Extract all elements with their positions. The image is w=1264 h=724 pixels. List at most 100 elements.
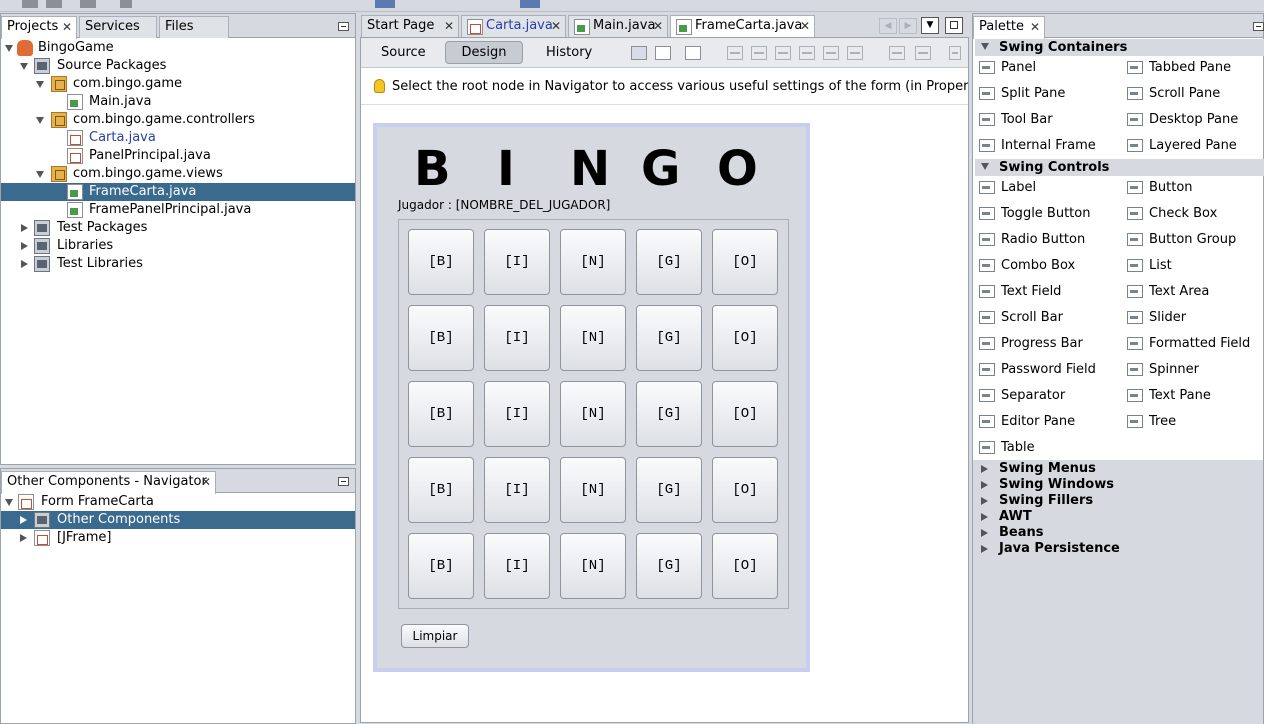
palette-item-spinner[interactable]: Spinner (1125, 360, 1199, 380)
bingo-cell-button[interactable]: [G] (636, 457, 702, 523)
tree-item-package[interactable]: com.bingo.game.controllers (1, 111, 355, 129)
preview-design-icon[interactable] (685, 46, 701, 60)
maximize-icon[interactable] (945, 17, 963, 34)
bingo-cell-button[interactable]: [I] (484, 381, 550, 447)
tab-list-dropdown-icon[interactable]: ▼ (921, 17, 939, 34)
bingo-cell-button[interactable]: [O] (712, 305, 778, 371)
expand-arrow-icon[interactable] (36, 171, 44, 178)
bingo-cell-button[interactable]: [G] (636, 305, 702, 371)
tree-item-file[interactable]: Main.java (1, 93, 355, 111)
tree-item-file[interactable]: Carta.java (1, 129, 355, 147)
connection-mode-icon[interactable] (655, 46, 671, 60)
tree-item-file[interactable]: PanelPrincipal.java (1, 147, 355, 165)
palette-item-button-group[interactable]: Button Group (1125, 230, 1236, 250)
tab-main-java[interactable]: Main.java ✕ (568, 15, 668, 37)
bingo-cell-button[interactable]: [G] (636, 381, 702, 447)
close-icon[interactable]: ✕ (201, 475, 211, 489)
clear-button[interactable]: Limpiar (401, 624, 469, 648)
tree-item-libraries[interactable]: Libraries (1, 237, 355, 255)
expand-arrow-icon[interactable] (36, 81, 44, 88)
align-right-icon[interactable] (751, 46, 767, 60)
palette-item-combo-box[interactable]: Combo Box (977, 256, 1075, 276)
scroll-tabs-left-icon[interactable]: ◀ (879, 18, 897, 34)
nav-item-jframe[interactable]: [JFrame] (1, 529, 355, 547)
source-view-button[interactable]: Source (368, 41, 439, 64)
palette-item-text-field[interactable]: Text Field (977, 282, 1061, 302)
toolbar-icon[interactable] (375, 0, 395, 8)
expand-arrow-icon[interactable] (21, 242, 28, 250)
minimize-icon[interactable] (1253, 22, 1264, 31)
more-tools-icon[interactable] (949, 46, 961, 60)
toolbar-icon[interactable] (22, 0, 38, 8)
category-swing-containers[interactable]: Swing Containers (975, 39, 1264, 56)
expand-arrow-icon[interactable] (20, 516, 27, 524)
expand-arrow-icon[interactable] (981, 497, 988, 505)
expand-arrow-icon[interactable] (20, 534, 27, 542)
tree-item-package[interactable]: com.bingo.game.views (1, 165, 355, 183)
palette-item-panel[interactable]: Panel (977, 58, 1036, 78)
minimize-icon[interactable] (338, 22, 349, 31)
close-icon[interactable]: ✕ (551, 19, 561, 33)
category-swing-controls[interactable]: Swing Controls (975, 159, 1264, 176)
bingo-cell-button[interactable]: [I] (484, 305, 550, 371)
toolbar-icon[interactable] (120, 0, 132, 8)
align-bottom-icon[interactable] (823, 46, 839, 60)
palette-item-text-area[interactable]: Text Area (1125, 282, 1209, 302)
category-java-persistence[interactable]: Java Persistence (975, 541, 1120, 557)
center-horizontally-icon[interactable] (775, 46, 791, 60)
bingo-cell-button[interactable]: [B] (408, 381, 474, 447)
bingo-cell-button[interactable]: [B] (408, 533, 474, 599)
change-vertical-resizability-icon[interactable] (915, 46, 931, 60)
expand-arrow-icon[interactable] (21, 260, 28, 268)
expand-arrow-icon[interactable] (36, 117, 44, 124)
tab-start-page[interactable]: Start Page ✕ (361, 15, 459, 37)
palette-item-toggle-button[interactable]: Toggle Button (977, 204, 1090, 224)
toolbar-icon[interactable] (520, 0, 540, 8)
jframe-form[interactable]: B I N G O Jugador : [NOMBRE_DEL_JUGADOR]… (373, 123, 810, 672)
bingo-cell-button[interactable]: [I] (484, 457, 550, 523)
tab-carta-java[interactable]: Carta.java ✕ (461, 15, 566, 37)
expand-arrow-icon[interactable] (981, 529, 988, 537)
expand-arrow-icon[interactable] (981, 481, 988, 489)
tab-framecarta-java[interactable]: FrameCarta.java ✕ (670, 15, 815, 38)
expand-arrow-icon[interactable] (981, 545, 988, 553)
palette-item-editor-pane[interactable]: Editor Pane (977, 412, 1075, 432)
category-beans[interactable]: Beans (975, 525, 1044, 541)
palette-item-formatted-field[interactable]: Formatted Field (1125, 334, 1250, 354)
expand-arrow-icon[interactable] (5, 45, 13, 52)
tab-projects[interactable]: Projects ✕ (1, 16, 77, 39)
change-horizontal-resizability-icon[interactable] (889, 46, 905, 60)
palette-item-text-pane[interactable]: Text Pane (1125, 386, 1211, 406)
minimize-icon[interactable] (338, 477, 349, 486)
tree-item-package[interactable]: com.bingo.game (1, 75, 355, 93)
bingo-cell-button[interactable]: [G] (636, 533, 702, 599)
bingo-cell-button[interactable]: [N] (560, 457, 626, 523)
design-view-button[interactable]: Design (445, 41, 523, 64)
palette-item-desktop-pane[interactable]: Desktop Pane (1125, 110, 1238, 130)
tree-item-test-libraries[interactable]: Test Libraries (1, 255, 355, 273)
bingo-cell-button[interactable]: [N] (560, 381, 626, 447)
bingo-cell-button[interactable]: [O] (712, 457, 778, 523)
tab-palette[interactable]: Palette ✕ (973, 16, 1045, 39)
palette-item-separator[interactable]: Separator (977, 386, 1065, 406)
tree-item-file-selected[interactable]: FrameCarta.java (1, 183, 355, 201)
close-icon[interactable]: ✕ (444, 19, 454, 33)
scroll-tabs-right-icon[interactable]: ▶ (899, 18, 917, 34)
tree-item-file[interactable]: FramePanelPrincipal.java (1, 201, 355, 219)
palette-item-list[interactable]: List (1125, 256, 1172, 276)
bingo-cell-button[interactable]: [O] (712, 381, 778, 447)
palette-item-tree[interactable]: Tree (1125, 412, 1176, 432)
palette-item-split-pane[interactable]: Split Pane (977, 84, 1065, 104)
selection-mode-icon[interactable] (631, 46, 647, 60)
palette-item-label[interactable]: Label (977, 178, 1036, 198)
history-view-button[interactable]: History (533, 41, 605, 64)
palette-item-radio-button[interactable]: Radio Button (977, 230, 1085, 250)
close-icon[interactable]: ✕ (62, 20, 72, 34)
category-swing-menus[interactable]: Swing Menus (975, 461, 1096, 477)
toolbar-icon[interactable] (46, 0, 62, 8)
palette-item-check-box[interactable]: Check Box (1125, 204, 1217, 224)
category-swing-windows[interactable]: Swing Windows (975, 477, 1114, 493)
tree-item-project[interactable]: BingoGame (1, 39, 355, 57)
bingo-cell-button[interactable]: [N] (560, 305, 626, 371)
expand-arrow-icon[interactable] (981, 465, 988, 473)
